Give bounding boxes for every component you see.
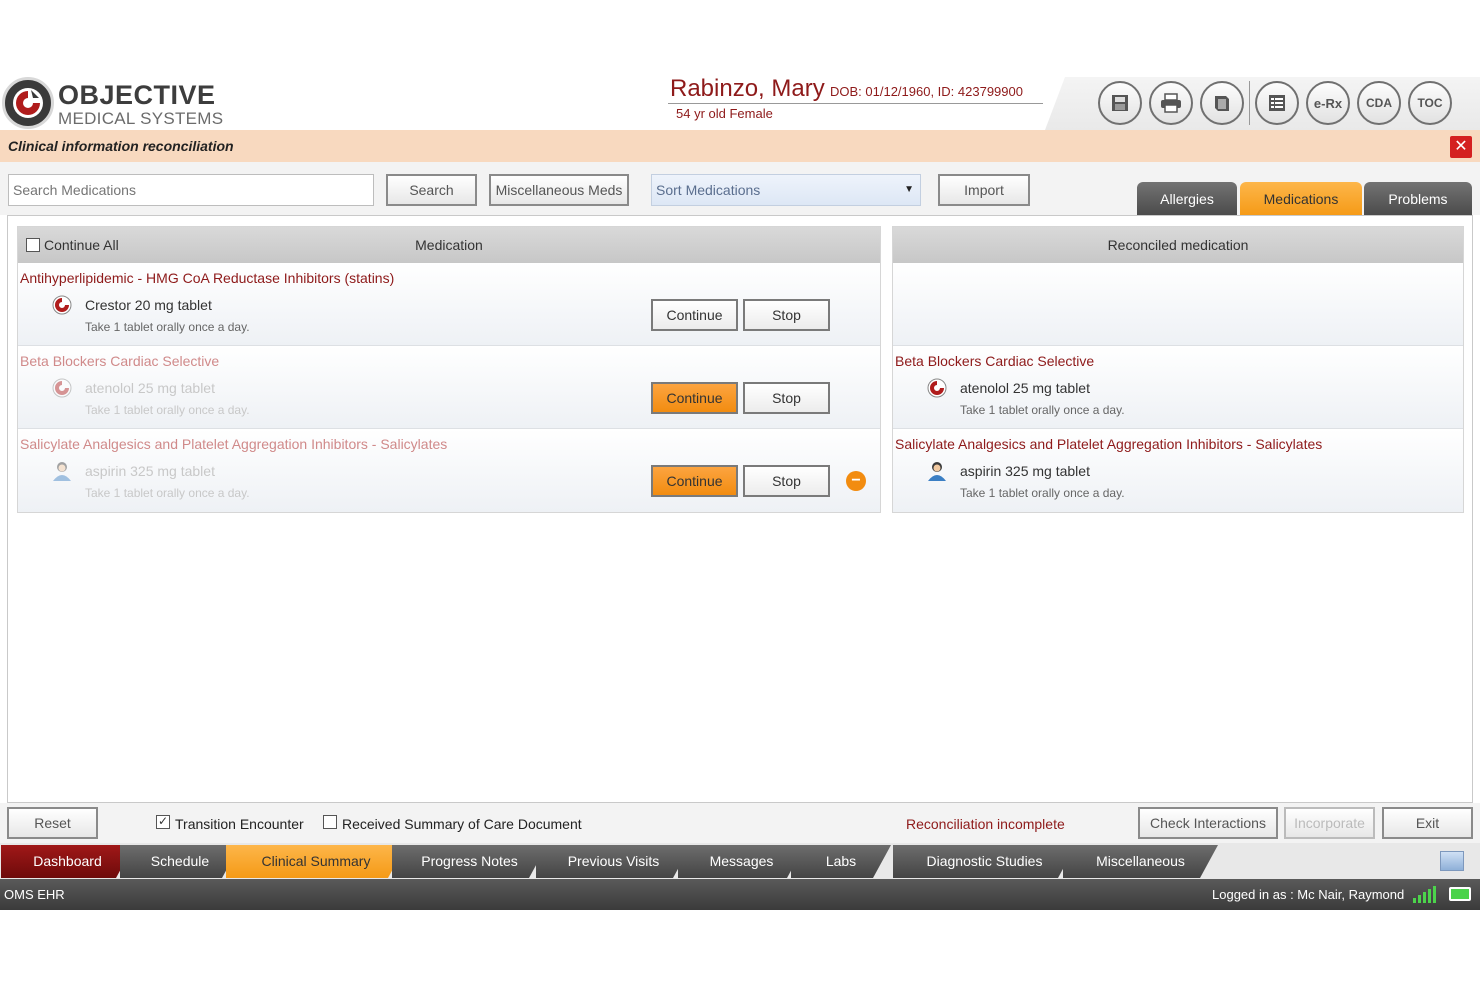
dialog-titlebar: Clinical information reconciliation ✕ xyxy=(0,130,1480,162)
signal-icon xyxy=(1413,886,1436,903)
medication-table-header: Continue All Medication xyxy=(18,227,880,263)
toolbar: Search Miscellaneous Meds Sort Medicatio… xyxy=(0,162,1480,216)
window-icon[interactable] xyxy=(1440,851,1464,871)
remove-icon[interactable]: − xyxy=(846,471,866,491)
stop-button[interactable]: Stop xyxy=(743,465,830,497)
reconciled-header: Reconciled medication xyxy=(1107,237,1249,253)
dialog-title: Clinical information reconciliation xyxy=(8,138,234,154)
tab-problems[interactable]: Problems xyxy=(1364,182,1472,216)
medication-sig: Take 1 tablet orally once a day. xyxy=(85,320,250,334)
tab-medications[interactable]: Medications xyxy=(1240,182,1362,216)
nav-tab-labs[interactable]: Labs xyxy=(791,845,891,878)
logo-subtitle: MEDICAL SYSTEMS xyxy=(58,109,224,128)
battery-icon xyxy=(1449,887,1471,901)
medication-sig: Take 1 tablet orally once a day. xyxy=(960,403,1125,417)
import-button[interactable]: Import xyxy=(938,174,1030,206)
continue-button[interactable]: Continue xyxy=(651,299,738,331)
brand-icon xyxy=(927,378,947,398)
medication-name: Crestor 20 mg tablet xyxy=(85,297,212,313)
close-button[interactable]: ✕ xyxy=(1450,136,1472,158)
nav-tab-miscellaneous[interactable]: Miscellaneous xyxy=(1063,845,1218,878)
transition-encounter-checkbox[interactable]: ✓ xyxy=(156,815,170,829)
logged-in-user: Logged in as : Mc Nair, Raymond xyxy=(1212,887,1405,902)
continue-button[interactable]: Continue xyxy=(651,382,738,414)
tab-allergies[interactable]: Allergies xyxy=(1137,182,1237,216)
stop-button[interactable]: Stop xyxy=(743,299,830,331)
medication-table: Continue All Medication Antihyperlipidem… xyxy=(17,226,881,513)
check-interactions-button[interactable]: Check Interactions xyxy=(1138,807,1278,839)
reconciliation-status: Reconciliation incomplete xyxy=(906,816,1065,832)
nav-tab-diagnostic-studies[interactable]: Diagnostic Studies xyxy=(893,845,1076,878)
medication-name: atenolol 25 mg tablet xyxy=(85,380,215,396)
status-bar: OMS EHR Logged in as : Mc Nair, Raymond xyxy=(0,879,1480,910)
logo-title: OBJECTIVE xyxy=(58,80,216,110)
received-summary-label: Received Summary of Care Document xyxy=(342,816,582,832)
patient-age-gender: 54 yr old Female xyxy=(676,106,773,121)
medication-name: atenolol 25 mg tablet xyxy=(960,380,1090,396)
print-icon[interactable] xyxy=(1149,81,1193,125)
sort-medications-value: Sort Medications xyxy=(656,182,761,198)
table-row: Salicylate Analgesics and Platelet Aggre… xyxy=(18,429,880,512)
table-row: Salicylate Analgesics and Platelet Aggre… xyxy=(893,429,1463,512)
drug-category: Antihyperlipidemic - HMG CoA Reductase I… xyxy=(20,270,395,286)
drug-category: Beta Blockers Cardiac Selective xyxy=(895,353,1095,369)
person-icon xyxy=(53,462,71,481)
dialog-footer: Reset ✓ Transition Encounter Received Su… xyxy=(0,803,1480,843)
sort-medications-select[interactable]: Sort Medications ▼ xyxy=(651,174,921,206)
nav-tab-messages[interactable]: Messages xyxy=(678,845,805,878)
medication-sig: Take 1 tablet orally once a day. xyxy=(85,403,250,417)
erx-icon[interactable]: e-Rx xyxy=(1306,81,1350,125)
table-row: Beta Blockers Cardiac Selective atenolol… xyxy=(18,346,880,429)
table-row xyxy=(893,263,1463,346)
brand-icon xyxy=(52,295,72,315)
table-row: Antihyperlipidemic - HMG CoA Reductase I… xyxy=(18,263,880,346)
patient-dob-id: DOB: 01/12/1960, ID: 423799900 xyxy=(830,84,1023,99)
nav-tab-clinical-summary[interactable]: Clinical Summary xyxy=(226,845,406,878)
transition-encounter-label: Transition Encounter xyxy=(175,816,304,832)
stop-button[interactable]: Stop xyxy=(743,382,830,414)
search-input[interactable] xyxy=(8,174,374,206)
patient-banner: Rabinzo, Mary DOB: 01/12/1960, ID: 42379… xyxy=(668,75,1043,104)
nav-tab-previous-visits[interactable]: Previous Visits xyxy=(536,845,691,878)
toc-icon[interactable]: TOC xyxy=(1408,81,1452,125)
medication-header: Medication xyxy=(415,237,483,253)
header-toolbar: e-Rx CDA TOC xyxy=(1098,81,1452,127)
reconciled-table-header: Reconciled medication xyxy=(893,227,1463,263)
medication-sig: Take 1 tablet orally once a day. xyxy=(85,486,250,500)
person-icon xyxy=(928,462,946,481)
reset-button[interactable]: Reset xyxy=(7,807,98,839)
app-name: OMS EHR xyxy=(4,887,65,902)
chevron-down-icon: ▼ xyxy=(904,184,914,195)
drug-category: Beta Blockers Cardiac Selective xyxy=(20,353,220,369)
drug-category: Salicylate Analgesics and Platelet Aggre… xyxy=(895,436,1323,452)
logo-icon xyxy=(2,77,54,129)
miscellaneous-meds-button[interactable]: Miscellaneous Meds xyxy=(489,174,629,206)
patient-name: Rabinzo, Mary xyxy=(670,75,825,102)
brand-icon xyxy=(52,378,72,398)
exit-button[interactable]: Exit xyxy=(1382,807,1473,839)
search-button[interactable]: Search xyxy=(386,174,477,206)
app-header: OBJECTIVE MEDICAL SYSTEMS Rabinzo, Mary … xyxy=(0,75,1480,130)
cda-icon[interactable]: CDA xyxy=(1357,81,1401,125)
received-summary-checkbox[interactable] xyxy=(323,815,337,829)
list-icon[interactable] xyxy=(1255,81,1299,125)
save-icon[interactable] xyxy=(1098,81,1142,125)
medication-name: aspirin 325 mg tablet xyxy=(85,463,215,479)
medication-name: aspirin 325 mg tablet xyxy=(960,463,1090,479)
nav-tab-dashboard[interactable]: Dashboard xyxy=(1,845,134,878)
continue-button[interactable]: Continue xyxy=(651,465,738,497)
medication-sig: Take 1 tablet orally once a day. xyxy=(960,486,1125,500)
reconciled-table: Reconciled medication Beta Blockers Card… xyxy=(892,226,1464,513)
nav-tab-progress-notes[interactable]: Progress Notes xyxy=(392,845,547,878)
drug-category: Salicylate Analgesics and Platelet Aggre… xyxy=(20,436,448,452)
book-icon[interactable] xyxy=(1200,81,1244,125)
incorporate-button[interactable]: Incorporate xyxy=(1284,807,1375,839)
nav-tab-schedule[interactable]: Schedule xyxy=(120,845,240,878)
table-row: Beta Blockers Cardiac Selective atenolol… xyxy=(893,346,1463,429)
bottom-nav: Dashboard Schedule Clinical Summary Prog… xyxy=(0,843,1480,879)
reconciliation-panel: Continue All Medication Antihyperlipidem… xyxy=(7,215,1473,803)
app-window: OBJECTIVE MEDICAL SYSTEMS Rabinzo, Mary … xyxy=(0,75,1480,910)
header-separator xyxy=(1249,81,1250,125)
